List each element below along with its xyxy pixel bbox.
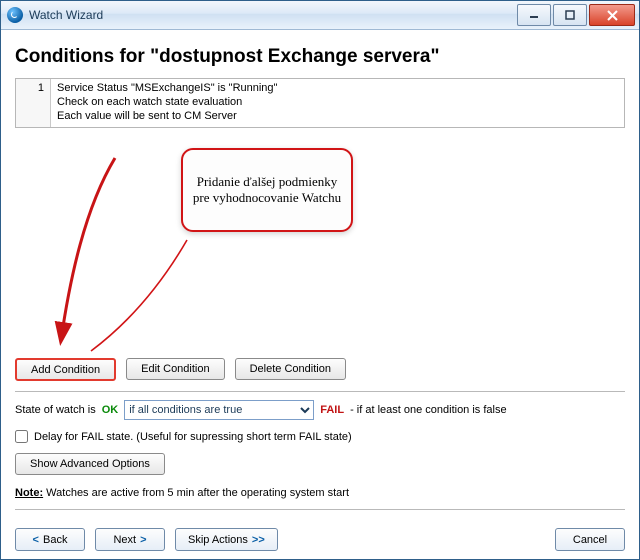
note-label: Note: [15,487,43,499]
chevron-double-right-icon: >> [252,534,265,546]
wizard-footer: < Back Next > Skip Actions >> Cancel [15,518,625,551]
delete-condition-button[interactable]: Delete Condition [235,358,346,380]
minimize-icon [529,10,539,20]
condition-buttons-row: Add Condition Edit Condition Delete Cond… [15,358,625,381]
state-ok-label: OK [102,404,119,416]
separator [15,509,625,510]
back-label: Back [43,534,67,546]
show-advanced-button[interactable]: Show Advanced Options [15,453,165,475]
back-button[interactable]: < Back [15,528,85,551]
chevron-right-icon: > [140,534,146,546]
edit-condition-button[interactable]: Edit Condition [126,358,225,380]
note-row: Note: Watches are active from 5 min afte… [15,475,625,499]
condition-line: Each value will be sent to CM Server [57,110,618,124]
state-suffix: - if at least one condition is false [350,404,507,416]
chevron-left-icon: < [33,534,39,546]
condition-text: Service Status "MSExchangeIS" is "Runnin… [51,79,624,127]
conditions-table: 1 Service Status "MSExchangeIS" is "Runn… [15,78,625,128]
minimize-button[interactable] [517,4,551,26]
next-button[interactable]: Next > [95,528,165,551]
close-icon [607,10,618,21]
advanced-row: Show Advanced Options [15,453,625,475]
cancel-button[interactable]: Cancel [555,528,625,551]
content-area: Conditions for "dostupnost Exchange serv… [1,30,639,559]
condition-line: Check on each watch state evaluation [57,96,618,110]
titlebar: Watch Wizard [1,1,639,30]
window-title: Watch Wizard [29,8,515,22]
add-condition-button[interactable]: Add Condition [15,358,116,381]
delay-fail-label: Delay for FAIL state. (Useful for supres… [34,431,352,443]
separator [15,391,625,392]
state-condition-combo[interactable]: if all conditions are true [124,400,314,420]
maximize-button[interactable] [553,4,587,26]
page-heading: Conditions for "dostupnost Exchange serv… [15,46,625,68]
delay-row: Delay for FAIL state. (Useful for supres… [15,430,625,443]
skip-actions-button[interactable]: Skip Actions >> [175,528,278,551]
close-button[interactable] [589,4,635,26]
delay-fail-checkbox[interactable] [15,430,28,443]
maximize-icon [565,10,575,20]
state-fail-label: FAIL [320,404,344,416]
condition-line: Service Status "MSExchangeIS" is "Runnin… [57,82,618,96]
wizard-window: Watch Wizard Conditions for "dostupnost … [0,0,640,560]
annotation-callout: Pridanie ďalšej podmienky pre vyhodnocov… [181,148,353,232]
condition-index: 1 [16,79,51,127]
conditions-canvas: Pridanie ďalšej podmienky pre vyhodnocov… [15,128,625,356]
annotation-text: Pridanie ďalšej podmienky pre vyhodnocov… [191,174,343,207]
window-controls [515,4,635,26]
state-prefix: State of watch is [15,404,96,416]
next-label: Next [113,534,136,546]
condition-row[interactable]: 1 Service Status "MSExchangeIS" is "Runn… [16,79,624,127]
state-row: State of watch is OK if all conditions a… [15,400,625,420]
skip-label: Skip Actions [188,534,248,546]
app-icon [7,7,23,23]
note-text: Watches are active from 5 min after the … [46,487,349,499]
